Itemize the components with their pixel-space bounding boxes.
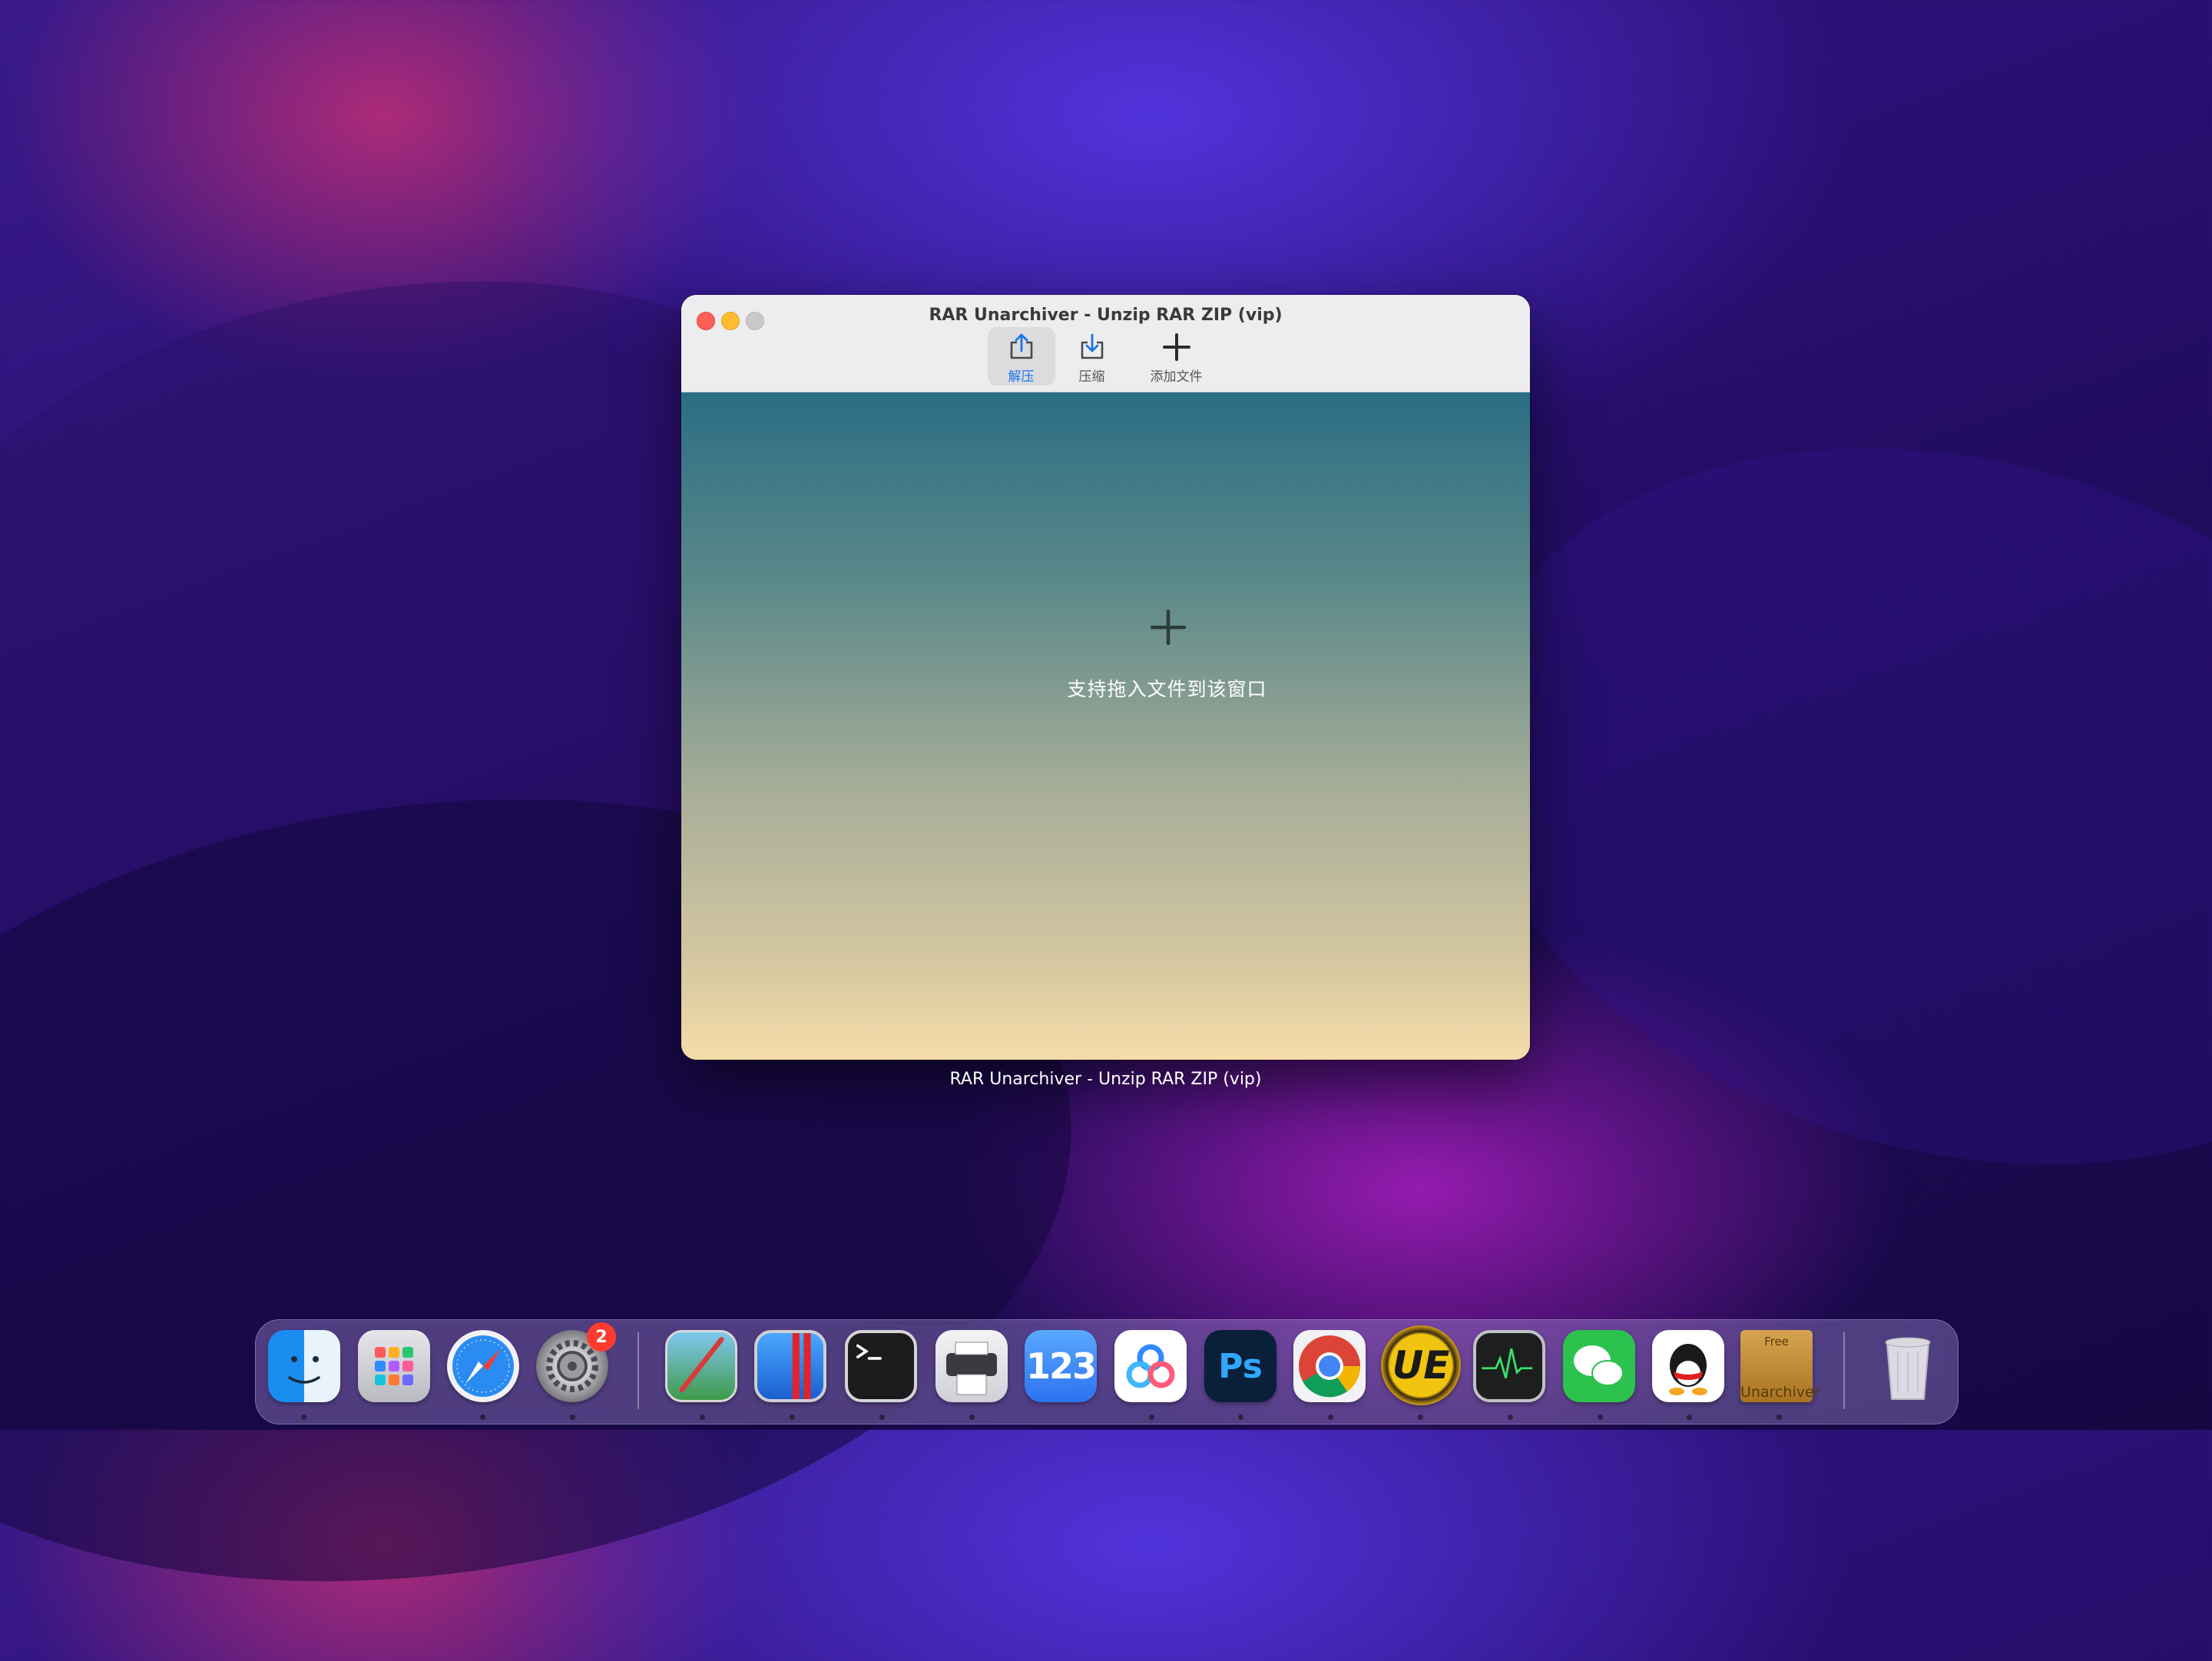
app-window[interactable]: RAR Unarchiver - Unzip RAR ZIP (vip) 解压 … bbox=[681, 295, 1530, 1060]
photoshop-icon[interactable]: Ps bbox=[1204, 1330, 1277, 1402]
running-indicator bbox=[879, 1414, 885, 1420]
system-preferences-icon[interactable]: 2 bbox=[536, 1322, 616, 1402]
drop-hint-text: 支持拖入文件到该窗口 bbox=[1067, 678, 1267, 700]
archive-button[interactable]: 压缩 bbox=[1058, 327, 1126, 385]
unarchive-label: 解压 bbox=[1008, 369, 1035, 385]
plus-icon bbox=[1162, 333, 1190, 361]
safari-icon[interactable] bbox=[447, 1330, 519, 1402]
running-indicator bbox=[1777, 1414, 1782, 1420]
dock-separator bbox=[637, 1332, 639, 1409]
unarchiver-icon[interactable]: Free Unarchiver bbox=[1740, 1330, 1820, 1402]
drop-zone[interactable]: 支持拖入文件到该窗口 bbox=[681, 392, 1530, 1060]
photoshop-icon-glyph: Ps bbox=[1218, 1346, 1263, 1386]
unarchive-icon bbox=[1010, 333, 1032, 359]
running-indicator bbox=[480, 1414, 485, 1420]
plus-icon bbox=[1150, 609, 1187, 646]
running-indicator bbox=[969, 1414, 975, 1420]
cloud-drive-icon[interactable] bbox=[1114, 1330, 1187, 1402]
running-indicator bbox=[1328, 1414, 1333, 1420]
wechat-icon[interactable] bbox=[1563, 1330, 1635, 1402]
running-indicator bbox=[1149, 1414, 1154, 1420]
launchpad-icon[interactable] bbox=[358, 1330, 430, 1402]
numbers-icon[interactable]: 123 bbox=[1025, 1330, 1097, 1402]
unarchiver-free-label: Free bbox=[1764, 1335, 1789, 1348]
unarchiver-label: Unarchiver bbox=[1740, 1384, 1820, 1401]
numbers-icon-glyph: 123 bbox=[1025, 1345, 1097, 1387]
qq-icon[interactable] bbox=[1652, 1330, 1724, 1402]
activity-monitor-icon[interactable] bbox=[1473, 1330, 1545, 1402]
add-file-label: 添加文件 bbox=[1150, 369, 1203, 385]
toolbar: 解压 压缩 添加文件 bbox=[681, 327, 1530, 390]
running-indicator bbox=[1508, 1414, 1513, 1420]
running-indicator bbox=[570, 1414, 575, 1420]
running-indicator bbox=[301, 1414, 306, 1420]
window-caption: RAR Unarchiver - Unzip RAR ZIP (vip) bbox=[949, 1070, 1262, 1089]
running-indicator bbox=[700, 1414, 705, 1420]
running-indicator bbox=[1238, 1414, 1243, 1420]
archive-label: 压缩 bbox=[1078, 369, 1105, 385]
running-indicator bbox=[1418, 1414, 1423, 1420]
trash-icon[interactable] bbox=[1872, 1330, 1944, 1402]
chrome-icon[interactable] bbox=[1293, 1330, 1366, 1402]
running-indicator bbox=[790, 1414, 795, 1420]
running-indicator bbox=[1687, 1414, 1692, 1420]
ultraedit-icon[interactable]: UE bbox=[1381, 1325, 1461, 1405]
terminal-icon[interactable] bbox=[845, 1330, 917, 1402]
preview-icon[interactable] bbox=[665, 1330, 737, 1402]
printer-icon[interactable] bbox=[935, 1330, 1008, 1402]
window-title: RAR Unarchiver - Unzip RAR ZIP (vip) bbox=[929, 306, 1283, 325]
notification-badge: 2 bbox=[587, 1322, 616, 1352]
ultraedit-icon-glyph: UE bbox=[1392, 1343, 1450, 1388]
finder-icon[interactable] bbox=[268, 1330, 340, 1402]
unarchive-button[interactable]: 解压 bbox=[987, 327, 1055, 385]
add-file-button[interactable]: 添加文件 bbox=[1129, 327, 1224, 385]
title-bar[interactable]: RAR Unarchiver - Unzip RAR ZIP (vip) 解压 … bbox=[681, 295, 1530, 392]
dock-separator bbox=[1843, 1332, 1845, 1409]
archive-icon bbox=[1081, 333, 1103, 359]
parallels-icon[interactable] bbox=[754, 1330, 826, 1402]
running-indicator bbox=[1598, 1414, 1603, 1420]
